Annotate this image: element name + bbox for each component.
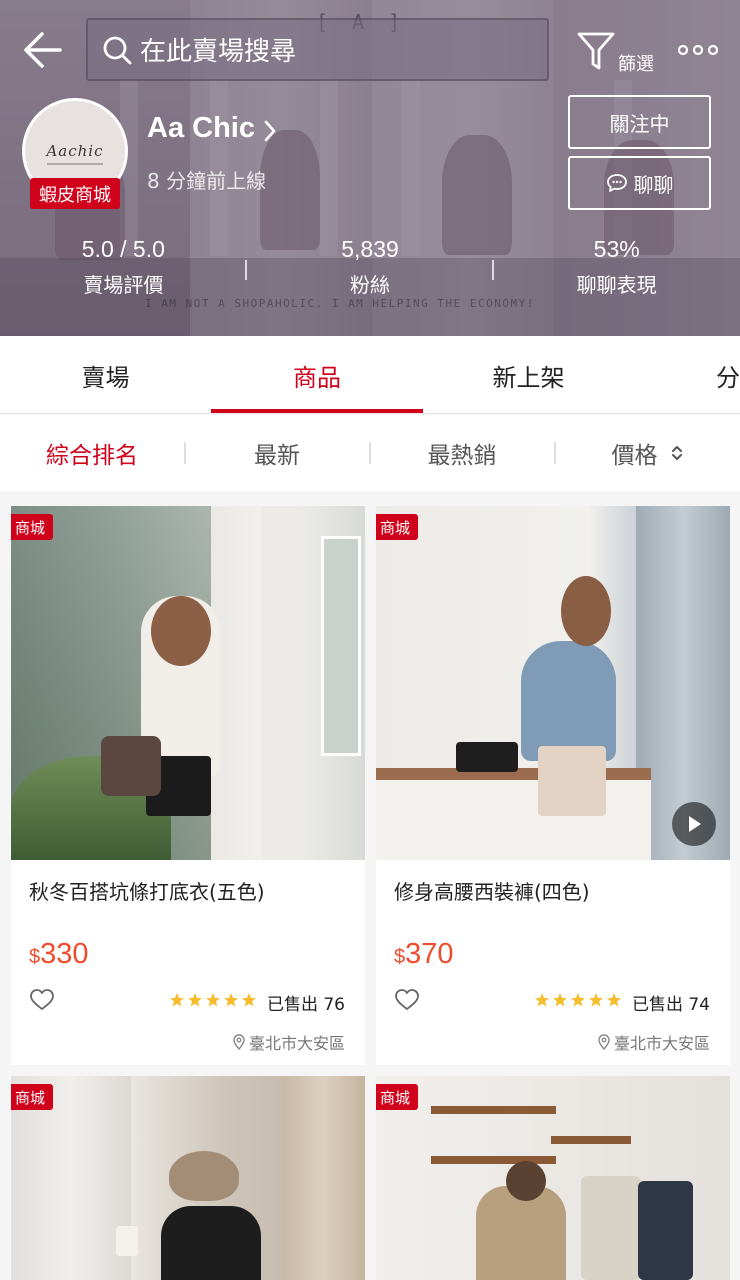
shop-stats: 5.0 / 5.0 賣場評價 5,839 粉絲 53% 聊聊表現 xyxy=(0,236,740,306)
filter-button[interactable]: 篩選 xyxy=(576,28,660,75)
sort-divider xyxy=(184,442,186,464)
product-image[interactable]: 商城 xyxy=(376,1076,730,1280)
star-icon xyxy=(535,993,549,1007)
rating-stars xyxy=(534,992,622,1008)
tab-new-arrivals[interactable]: 新上架 xyxy=(423,336,634,414)
price-value: 370 xyxy=(405,938,454,970)
product-card[interactable]: 商城 xyxy=(11,1076,365,1280)
mall-tag: 商城 xyxy=(376,1084,418,1110)
chat-label: 聊聊 xyxy=(633,172,674,197)
filter-funnel-icon xyxy=(577,32,615,70)
price-value: 330 xyxy=(40,938,89,970)
currency-symbol: $ xyxy=(29,946,41,968)
more-options-button[interactable] xyxy=(676,38,720,62)
currency-symbol: $ xyxy=(394,946,406,968)
stat-value: 5.0 / 5.0 xyxy=(81,236,165,262)
tab-categories[interactable]: 分 xyxy=(700,336,740,414)
sort-price-label: 價格 xyxy=(611,443,658,469)
stat-rating[interactable]: 5.0 / 5.0 賣場評價 xyxy=(0,236,247,306)
location-pin-icon xyxy=(598,1034,610,1050)
shopee-mall-badge: 蝦皮商城 xyxy=(30,178,120,209)
heart-icon[interactable] xyxy=(29,988,55,1012)
star-icon xyxy=(170,993,184,1007)
shop-search-input[interactable]: 在此賣場搜尋 xyxy=(86,18,549,81)
filter-label: 篩選 xyxy=(618,54,654,75)
video-play-button[interactable] xyxy=(672,802,716,846)
sort-up-down-icon xyxy=(671,446,682,460)
shop-online-status: 8 分鐘前上線 xyxy=(147,169,267,193)
sort-divider xyxy=(554,442,556,464)
product-location: 臺北市大安區 xyxy=(598,1030,710,1054)
search-placeholder: 在此賣場搜尋 xyxy=(140,37,297,67)
product-image[interactable]: 商城 xyxy=(376,506,730,860)
shop-logo-text: Aachic xyxy=(46,142,104,160)
stat-followers[interactable]: 5,839 粉絲 xyxy=(247,236,494,306)
mall-tag: 商城 xyxy=(11,1084,53,1110)
stat-label: 粉絲 xyxy=(350,273,390,297)
product-card[interactable]: 商城 修身高腰西裝褲(四色) $370 已售出 74 臺北市大安區 xyxy=(376,506,730,1065)
active-tab-indicator xyxy=(211,409,423,413)
arrow-left-icon xyxy=(24,32,62,68)
star-icon xyxy=(242,993,256,1007)
shop-banner: [ A ] I AM NOT A SHOPAHOLIC. I AM HELPIN… xyxy=(0,0,740,336)
sort-relevance[interactable]: 綜合排名 xyxy=(0,415,184,491)
star-icon xyxy=(607,993,621,1007)
sort-price[interactable]: 價格 xyxy=(555,415,740,491)
search-icon xyxy=(103,36,132,64)
sold-count: 已售出 76 xyxy=(266,995,345,1015)
star-icon xyxy=(571,993,585,1007)
more-dots-icon xyxy=(677,44,719,56)
product-title[interactable]: 修身高腰西裝褲(四色) xyxy=(394,876,590,905)
location-pin-icon xyxy=(233,1034,245,1050)
product-card[interactable]: 商城 秋冬百搭坑條打底衣(五色) $330 已售出 76 臺北市大安區 xyxy=(11,506,365,1065)
stat-label: 聊聊表現 xyxy=(576,273,657,297)
product-image[interactable]: 商城 xyxy=(11,1076,365,1280)
star-icon xyxy=(553,993,567,1007)
sort-top-sales[interactable]: 最熱銷 xyxy=(370,415,554,491)
shop-page: [ A ] I AM NOT A SHOPAHOLIC. I AM HELPIN… xyxy=(0,0,740,1280)
chat-button[interactable]: 聊聊 xyxy=(568,156,711,210)
stat-value: 5,839 xyxy=(341,236,399,262)
location-text: 臺北市大安區 xyxy=(613,1034,710,1053)
star-icon xyxy=(206,993,220,1007)
stat-value: 53% xyxy=(593,236,640,262)
tab-products[interactable]: 商品 xyxy=(211,336,423,414)
star-icon xyxy=(224,993,238,1007)
product-card[interactable]: 商城 xyxy=(376,1076,730,1280)
sort-divider xyxy=(369,442,371,464)
product-location: 臺北市大安區 xyxy=(233,1030,345,1054)
mall-tag: 商城 xyxy=(376,514,418,540)
sort-latest[interactable]: 最新 xyxy=(185,415,369,491)
heart-icon[interactable] xyxy=(394,988,420,1012)
star-icon xyxy=(188,993,202,1007)
product-title[interactable]: 秋冬百搭坑條打底衣(五色) xyxy=(29,876,265,905)
stat-divider xyxy=(245,260,247,280)
location-text: 臺北市大安區 xyxy=(248,1034,345,1053)
shop-tabs: 賣場 商品 新上架 分 xyxy=(0,336,740,414)
stat-divider xyxy=(492,260,494,280)
follow-button[interactable]: 關注中 xyxy=(568,95,711,149)
rating-stars xyxy=(169,992,257,1008)
stat-label: 賣場評價 xyxy=(83,273,164,297)
product-price: $330 xyxy=(29,938,89,971)
chat-bubble-icon xyxy=(606,174,627,192)
star-icon xyxy=(589,993,603,1007)
product-price: $370 xyxy=(394,938,454,971)
mall-tag: 商城 xyxy=(11,514,53,540)
sold-count: 已售出 74 xyxy=(631,995,710,1015)
back-button[interactable] xyxy=(20,28,68,72)
shop-name[interactable]: Aa Chic xyxy=(147,112,255,145)
product-image[interactable]: 商城 xyxy=(11,506,365,860)
play-icon xyxy=(689,816,701,832)
chevron-right-icon[interactable] xyxy=(261,118,279,144)
tab-shop[interactable]: 賣場 xyxy=(0,336,211,414)
stat-chat-performance[interactable]: 53% 聊聊表現 xyxy=(493,236,740,306)
